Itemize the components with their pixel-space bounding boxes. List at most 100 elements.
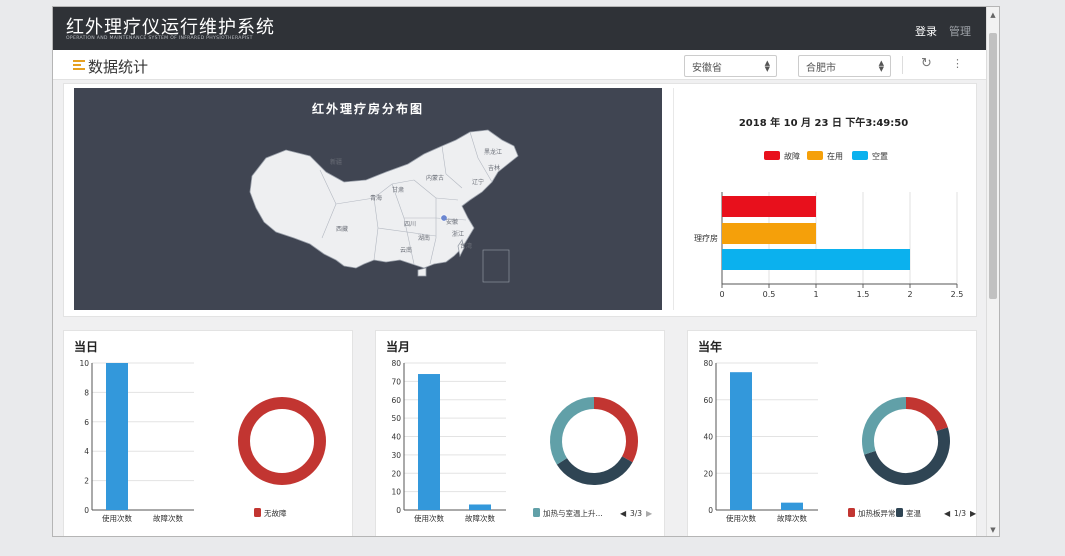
next-page-icon[interactable]: ▶ <box>970 509 977 518</box>
map-region-label: 辽宁 <box>472 178 484 186</box>
timestamp: 2018 年 10 月 23 日 下午3:49:50 <box>738 118 909 129</box>
page-title: 数据统计 <box>88 58 149 76</box>
y-tick-label: 60 <box>391 396 401 405</box>
y-tick-label: 0 <box>396 506 401 515</box>
legend-label: 故障 <box>784 151 800 161</box>
city-select-value: 合肥市 <box>806 63 836 74</box>
map-region-label: 云南 <box>400 246 412 254</box>
next-page-icon[interactable]: ▶ <box>646 509 653 518</box>
x-tick-label: 2 <box>907 290 912 299</box>
more-vertical-icon[interactable]: ⋮ <box>952 57 963 70</box>
scroll-thumb[interactable] <box>989 33 997 299</box>
y-tick-label: 2 <box>84 477 89 486</box>
province-select[interactable]: 安徽省 ▲ ▼ <box>684 55 777 77</box>
bar-fault <box>469 504 491 510</box>
divider <box>902 56 903 74</box>
bar-在用 <box>722 223 816 244</box>
y-tick-label: 10 <box>79 359 89 368</box>
distribution-map[interactable]: 新疆 西藏 青海 甘肃 内蒙古 黑龙江 吉林 辽宁 四川 云南 湖南 安徽 浙江 台湾 红外理疗房分布图 <box>74 88 662 310</box>
section-header: 数据统计 安徽省 ▲ ▼ 合肥市 ▲ ▼ ↻ ⋮ <box>53 50 987 80</box>
monthly-card: 当月 80 70 60 50 40 30 20 10 0 使用次数 故障次数 加热与室温上升... ◀ 3… <box>375 330 665 536</box>
y-tick-label: 80 <box>703 359 713 368</box>
legend-swatch <box>254 508 261 517</box>
map-region-label: 吉林 <box>488 164 500 172</box>
y-tick-label: 80 <box>391 359 401 368</box>
map-region-label: 内蒙古 <box>426 174 444 182</box>
y-tick-label: 8 <box>84 388 89 397</box>
legend-swatch <box>848 508 855 517</box>
bar-usage <box>418 374 440 510</box>
y-tick-label: 4 <box>84 447 89 456</box>
map-region-label: 安徽 <box>446 218 458 226</box>
legend-label: 在用 <box>827 151 843 161</box>
y-tick-label: 20 <box>703 469 713 478</box>
map-region-label: 新疆 <box>330 158 342 166</box>
y-tick-label: 40 <box>391 433 401 442</box>
room-status-panel: 2018 年 10 月 23 日 下午3:49:50 故障 在用 空置 0 0.5 1 1.… <box>673 88 973 310</box>
yearly-charts: 80 60 40 20 0 使用次数 故障次数 加热板异常 室温 ◀ 1/3 ▶ <box>703 359 977 523</box>
x-tick-label: 使用次数 <box>414 513 444 523</box>
x-tick-label: 1 <box>813 290 818 299</box>
legend-swatch <box>896 508 903 517</box>
donut-slice <box>905 397 948 432</box>
map-region-label: 台湾 <box>460 242 472 250</box>
y-tick-label: 10 <box>391 488 401 497</box>
daily-charts: 10 8 6 4 2 0 使用次数 故障次数 无故障 <box>79 359 326 523</box>
top-navbar: 红外理疗仪运行维护系统 OPERATION AND MAINTENANCE SY… <box>53 7 987 50</box>
y-tick-label: 6 <box>84 418 89 427</box>
legend-page: 1/3 <box>954 509 966 518</box>
map-region-label: 四川 <box>404 221 416 228</box>
donut-slice <box>864 427 950 485</box>
vertical-scrollbar[interactable]: ▲ ▼ <box>986 7 999 536</box>
bar-故障 <box>722 196 816 217</box>
donut-slice <box>238 397 326 485</box>
select-caret-icon: ▲ ▼ <box>764 59 770 73</box>
hainan-shape <box>417 267 427 277</box>
y-tick-label: 0 <box>84 506 89 515</box>
legend-label: 加热板异常 <box>858 508 896 518</box>
donut-slice <box>556 456 633 485</box>
legend-page: 3/3 <box>630 509 642 518</box>
map-region-label: 湖南 <box>418 234 430 242</box>
yearly-card: 当年 80 60 40 20 0 使用次数 故障次数 加热板异常 室温 ◀ 1/3 ▶ <box>687 330 977 536</box>
admin-link[interactable]: 管理 <box>949 23 971 39</box>
south-sea-inset <box>482 249 510 283</box>
donut-slice <box>862 397 907 455</box>
select-caret-icon: ▲ ▼ <box>878 59 884 73</box>
y-tick-label: 60 <box>703 396 713 405</box>
legend-swatch <box>533 508 540 517</box>
donut-slice <box>550 397 595 465</box>
map-region-label: 西藏 <box>336 225 348 233</box>
legend-label: 无故障 <box>264 508 287 518</box>
refresh-icon[interactable]: ↻ <box>921 56 932 71</box>
y-tick-label: 40 <box>703 433 713 442</box>
map-title: 红外理疗房分布图 <box>311 102 424 116</box>
donut-slice <box>593 397 638 463</box>
app-window: 红外理疗仪运行维护系统 OPERATION AND MAINTENANCE SY… <box>52 6 1000 537</box>
city-select[interactable]: 合肥市 ▲ ▼ <box>798 55 891 77</box>
map-region-label: 浙江 <box>452 230 464 238</box>
list-icon <box>73 60 85 71</box>
prev-page-icon[interactable]: ◀ <box>620 509 627 518</box>
x-tick-label: 使用次数 <box>726 513 756 523</box>
legend-swatch <box>764 151 780 160</box>
x-tick-label: 0 <box>719 290 724 299</box>
legend-label: 加热与室温上升... <box>543 508 603 518</box>
x-tick-label: 故障次数 <box>777 513 807 523</box>
app-subtitle: OPERATION AND MAINTENANCE SYSTEM OF INFR… <box>66 36 253 41</box>
scroll-up-icon[interactable]: ▲ <box>987 9 999 21</box>
x-tick-label: 使用次数 <box>102 513 132 523</box>
x-tick-label: 故障次数 <box>153 513 183 523</box>
x-tick-label: 0.5 <box>763 290 776 299</box>
china-map-shape <box>249 129 519 269</box>
overview-panel: 新疆 西藏 青海 甘肃 内蒙古 黑龙江 吉林 辽宁 四川 云南 湖南 安徽 浙江 台湾 红外理疗房分布图 … <box>63 83 977 317</box>
map-region-label: 黑龙江 <box>484 148 502 156</box>
scroll-down-icon[interactable]: ▼ <box>987 524 999 536</box>
bar-fault <box>781 502 803 510</box>
bar-空置 <box>722 249 910 270</box>
legend-swatch <box>807 151 823 160</box>
prev-page-icon[interactable]: ◀ <box>944 509 951 518</box>
login-link[interactable]: 登录 <box>915 23 937 39</box>
province-select-value: 安徽省 <box>692 63 722 74</box>
legend-label: 空置 <box>872 151 888 161</box>
